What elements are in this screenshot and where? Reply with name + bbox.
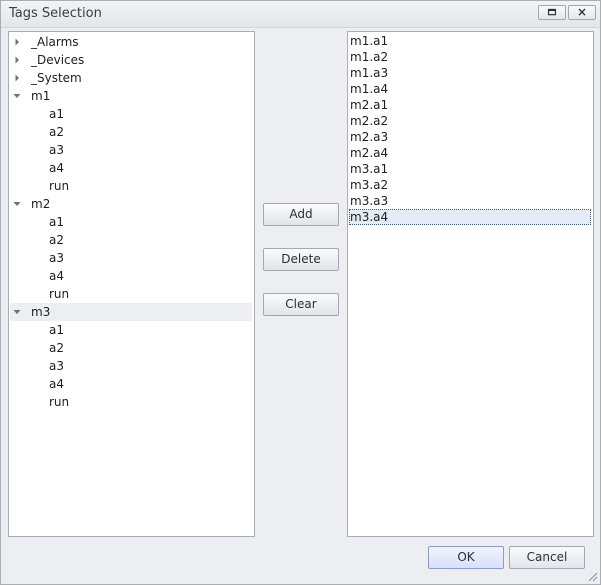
list-item[interactable]: m2.a4 [349,145,591,161]
tree-node-label: a2 [49,125,64,139]
tags-selection-dialog: Tags Selection _Alarms _Devices _System m1 a… [0,0,601,585]
tree-node-label: a1 [49,107,64,121]
resize-grip-icon[interactable] [587,571,598,582]
tree-node-label: a3 [49,143,64,157]
tree-node-label: a3 [49,251,64,265]
cancel-button[interactable]: Cancel [509,546,585,569]
triangle-right-icon[interactable] [13,56,21,64]
tree-node-group[interactable]: m2 [10,195,252,213]
tree-node-label: a1 [49,215,64,229]
tree-node-tag[interactable]: run [10,177,252,195]
tree-node-label: _Alarms [31,35,79,49]
list-item[interactable]: m2.a1 [349,97,591,113]
tree-node-tag[interactable]: a1 [10,213,252,231]
tree-node-tag[interactable]: a2 [10,231,252,249]
list-item[interactable]: m3.a2 [349,177,591,193]
clear-button[interactable]: Clear [263,293,339,316]
delete-button[interactable]: Delete [263,248,339,271]
tag-tree[interactable]: _Alarms _Devices _System m1 a1 a2 a3 a4 run m2 a1 a… [8,31,255,537]
add-button[interactable]: Add [263,203,339,226]
tree-node-group[interactable]: m3 [10,303,252,321]
title-bar[interactable]: Tags Selection [1,1,600,28]
list-item[interactable]: m3.a1 [349,161,591,177]
tree-node-group[interactable]: _Devices [10,51,252,69]
tree-node-label: a2 [49,233,64,247]
tree-node-label: a4 [49,161,64,175]
tree-node-label: a4 [49,269,64,283]
tree-node-label: _System [31,71,82,85]
tree-node-label: _Devices [31,53,85,67]
tree-node-label: a4 [49,377,64,391]
tree-node-tag[interactable]: a1 [10,105,252,123]
ok-button[interactable]: OK [428,546,504,569]
list-item[interactable]: m2.a2 [349,113,591,129]
tree-node-tag[interactable]: a2 [10,339,252,357]
tree-node-label: a1 [49,323,64,337]
tree-node-tag[interactable]: a4 [10,375,252,393]
tree-node-label: m1 [31,89,51,103]
tree-node-group[interactable]: _System [10,69,252,87]
list-item[interactable]: m1.a3 [349,65,591,81]
tree-node-label: m3 [31,305,51,319]
tree-node-tag[interactable]: a3 [10,141,252,159]
triangle-right-icon[interactable] [13,74,21,82]
tree-node-tag[interactable]: run [10,393,252,411]
tree-node-tag[interactable]: a3 [10,357,252,375]
tree-node-label: run [49,287,70,301]
close-icon [578,8,586,16]
triangle-down-icon[interactable] [13,200,21,208]
list-item[interactable]: m3.a3 [349,193,591,209]
tree-node-tag[interactable]: a1 [10,321,252,339]
close-button[interactable] [568,5,596,20]
list-item[interactable]: m1.a2 [349,49,591,65]
tree-node-tag[interactable]: a4 [10,159,252,177]
tree-node-tag[interactable]: a3 [10,249,252,267]
triangle-down-icon[interactable] [13,92,21,100]
tree-node-label: run [49,179,70,193]
tree-node-tag[interactable]: a4 [10,267,252,285]
tree-node-label: run [49,395,70,409]
tree-node-label: m2 [31,197,51,211]
tree-node-tag[interactable]: run [10,285,252,303]
dialog-title: Tags Selection [9,6,102,21]
selected-tags-list[interactable]: m1.a1 m1.a2 m1.a3 m1.a4 m2.a1 m2.a2 m2.a3 m2.a4… [347,31,594,537]
tree-node-label: a3 [49,359,64,373]
triangle-right-icon[interactable] [13,38,21,46]
list-item[interactable]: m2.a3 [349,129,591,145]
tree-node-group[interactable]: _Alarms [10,33,252,51]
tree-node-label: a2 [49,341,64,355]
list-item[interactable]: m3.a4 [349,209,591,225]
list-item[interactable]: m1.a1 [349,33,591,49]
list-item[interactable]: m1.a4 [349,81,591,97]
restore-icon [547,8,557,16]
tree-node-tag[interactable]: a2 [10,123,252,141]
restore-button[interactable] [538,5,566,20]
tree-node-group[interactable]: m1 [10,87,252,105]
triangle-down-icon[interactable] [13,308,21,316]
